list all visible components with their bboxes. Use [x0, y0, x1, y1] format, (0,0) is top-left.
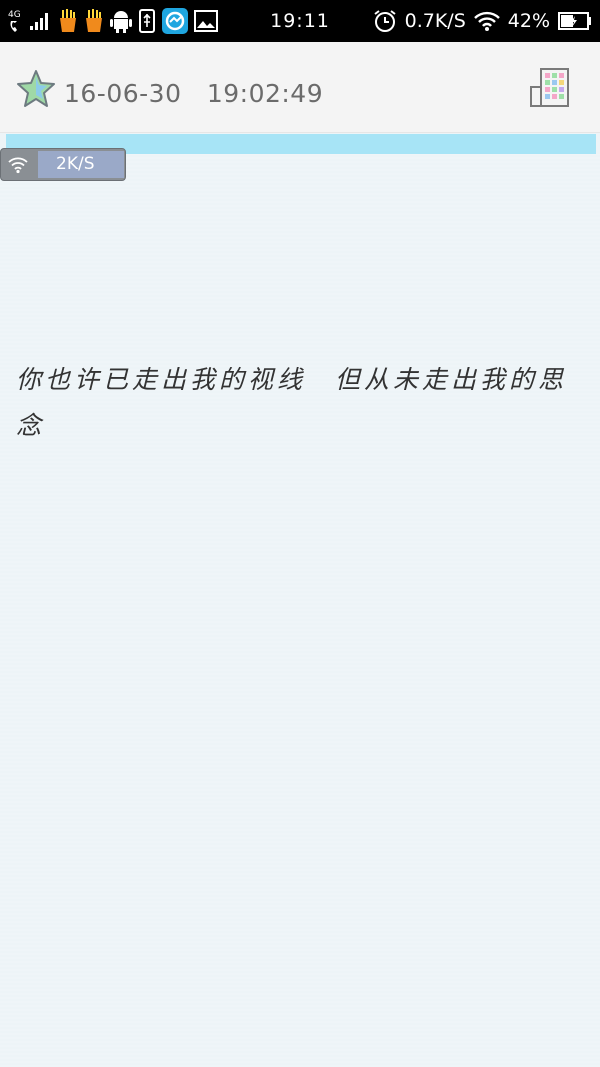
note-body[interactable] — [0, 154, 600, 1067]
note-date: 16-06-30 — [64, 79, 182, 108]
note-text[interactable]: 你也许已走出我的视线 但从未走出我的思念 — [16, 357, 586, 449]
note-header: 16-06-30 19:02:49 — [0, 42, 600, 133]
battery-percent: 42% — [507, 10, 550, 32]
overlay-speed: 2K/S — [38, 151, 124, 178]
status-right-icons: 0.7K/S 42% — [373, 6, 592, 36]
note-time: 19:02:49 — [206, 79, 324, 108]
star-icon[interactable] — [16, 69, 56, 109]
status-bar: 4G 19:11 0.7K/S 42% — [0, 0, 600, 42]
network-speed: 0.7K/S — [404, 10, 466, 32]
note-datetime: 16-06-30 19:02:49 — [64, 79, 323, 108]
network-speed-overlay[interactable]: 2K/S — [0, 148, 126, 181]
alarm-icon — [374, 10, 396, 32]
wifi-icon — [8, 157, 28, 174]
battery-icon — [558, 12, 591, 30]
wifi-icon — [473, 11, 500, 31]
palette-grid-icon[interactable] — [530, 67, 570, 107]
